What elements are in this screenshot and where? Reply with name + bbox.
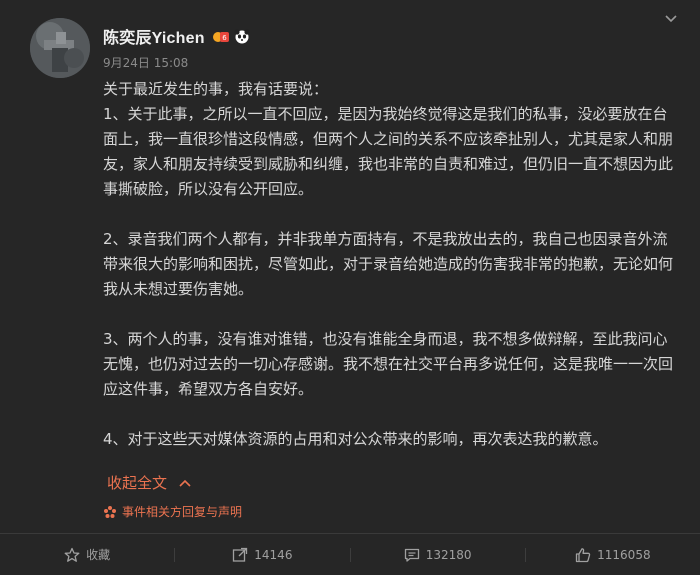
favorite-label: 收藏 (86, 548, 111, 562)
post-paragraph: 2、录音我们两个人都有，并非我单方面持有，不是我放出去的，我自己也因录音外流带来… (103, 230, 674, 298)
repost-button[interactable]: 14146 (175, 534, 349, 575)
repost-icon (233, 547, 248, 562)
comment-icon (404, 548, 419, 562)
author-name[interactable]: 陈奕辰Yichen (103, 24, 205, 48)
related-label: 事件相关方回复与声明 (122, 505, 243, 519)
collapse-label: 收起全文 (107, 474, 168, 492)
collapse-up-icon (179, 479, 191, 487)
more-chevron-icon[interactable] (664, 14, 678, 24)
post-paragraph: 3、两个人的事，没有谁对谁错，也没有谁能全身而退，我不想多做辩解，至此我问心无愧… (103, 330, 674, 398)
like-button[interactable]: 1116058 (526, 534, 700, 575)
post-timestamp[interactable]: 9月24日 15:08 (103, 54, 188, 71)
favorite-button[interactable]: 收藏 (0, 534, 174, 575)
post-paragraph: 关于最近发生的事，我有话要说： 1、关于此事，之所以一直不回应，是因为我始终觉得… (103, 80, 674, 198)
action-bar: 收藏 14146 132180 1116058 (0, 534, 700, 575)
post-content: 关于最近发生的事，我有话要说： 1、关于此事，之所以一直不回应，是因为我始终觉得… (103, 77, 678, 452)
vip-badge-icon[interactable]: 6 (212, 28, 230, 44)
post-paragraph: 4、对于这些天对媒体资源的占用和对公众带来的影响，再次表达我的歉意。 (103, 430, 608, 448)
weibo-post-card: 陈奕辰Yichen 6 9月24日 15:08 关于最近发生的事，我有话要说： … (0, 0, 700, 575)
related-star-icon (104, 505, 116, 518)
comment-count: 132180 (425, 547, 472, 562)
svg-text:6: 6 (222, 34, 227, 42)
star-icon (64, 547, 80, 562)
repost-count: 14146 (254, 547, 293, 562)
panda-icon (234, 29, 250, 44)
like-icon (575, 547, 591, 562)
like-count: 1116058 (597, 547, 651, 562)
avatar[interactable] (30, 18, 90, 78)
related-statements-link[interactable]: 事件相关方回复与声明 (103, 503, 242, 520)
comment-button[interactable]: 132180 (351, 534, 525, 575)
collapse-full-text-link[interactable]: 收起全文 (107, 472, 191, 493)
